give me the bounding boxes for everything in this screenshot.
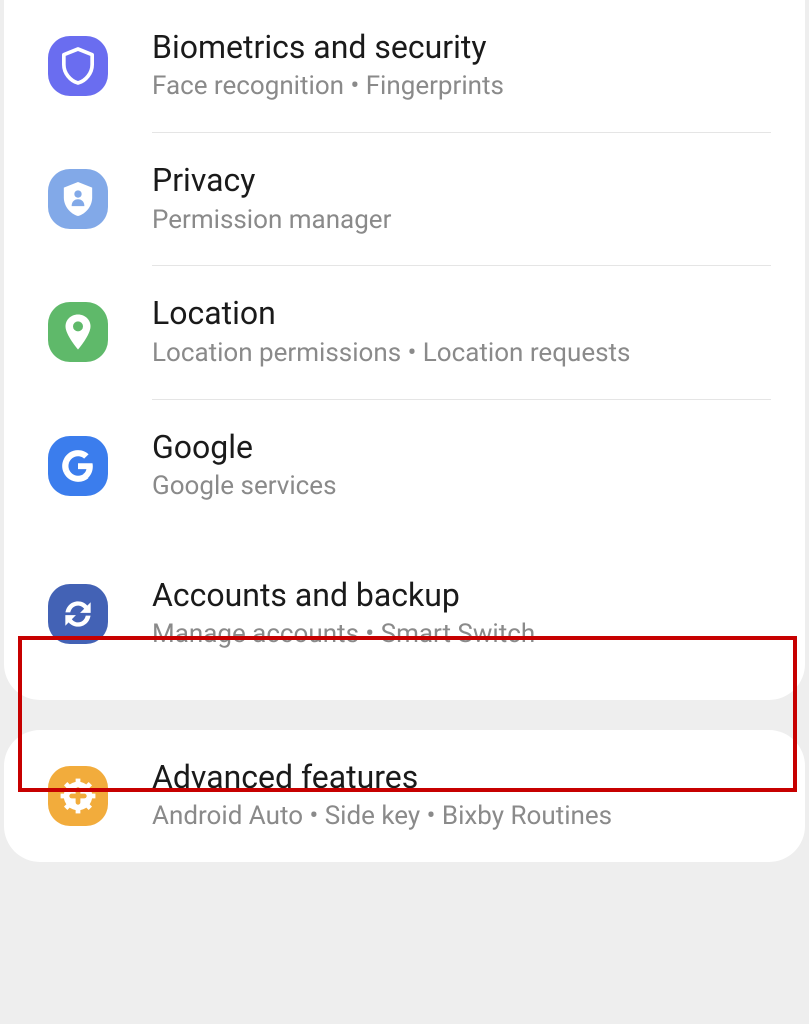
settings-item-title: Privacy (152, 161, 771, 199)
settings-item-subtitle: Android Auto • Side key • Bixby Routines (152, 800, 771, 834)
settings-item-title: Location (152, 294, 771, 332)
settings-item-title: Advanced features (152, 758, 771, 796)
settings-item-advanced-features[interactable]: Advanced features Android Auto • Side ke… (4, 730, 805, 862)
privacy-shield-icon (48, 169, 108, 229)
settings-item-title: Google (152, 428, 771, 466)
settings-item-title: Biometrics and security (152, 28, 771, 66)
settings-item-text: Advanced features Android Auto • Side ke… (152, 758, 771, 834)
settings-item-subtitle: Permission manager (152, 204, 771, 238)
sync-icon (48, 584, 108, 644)
settings-group-main: Biometrics and security Face recognition… (4, 0, 805, 700)
settings-item-privacy[interactable]: Privacy Permission manager (4, 133, 805, 265)
settings-screen: Biometrics and security Face recognition… (0, 0, 809, 1024)
settings-item-title: Accounts and backup (152, 576, 771, 614)
settings-item-subtitle: Location permissions • Location requests (152, 337, 771, 371)
settings-item-subtitle: Google services (152, 470, 771, 504)
shield-icon (48, 36, 108, 96)
plus-gear-icon (48, 766, 108, 826)
settings-item-subtitle: Manage accounts • Smart Switch (152, 618, 771, 652)
location-pin-icon (48, 302, 108, 362)
settings-item-google[interactable]: Google Google services (4, 400, 805, 532)
settings-item-biometrics[interactable]: Biometrics and security Face recognition… (4, 0, 805, 132)
settings-item-accounts-backup[interactable]: Accounts and backup Manage accounts • Sm… (4, 532, 805, 688)
settings-item-text: Accounts and backup Manage accounts • Sm… (152, 576, 771, 652)
settings-item-text: Location Location permissions • Location… (152, 294, 771, 370)
settings-item-text: Biometrics and security Face recognition… (152, 28, 771, 104)
settings-item-text: Privacy Permission manager (152, 161, 771, 237)
settings-item-location[interactable]: Location Location permissions • Location… (4, 266, 805, 398)
settings-item-subtitle: Face recognition • Fingerprints (152, 70, 771, 104)
settings-item-text: Google Google services (152, 428, 771, 504)
google-g-icon (48, 436, 108, 496)
settings-group-advanced: Advanced features Android Auto • Side ke… (4, 730, 805, 862)
